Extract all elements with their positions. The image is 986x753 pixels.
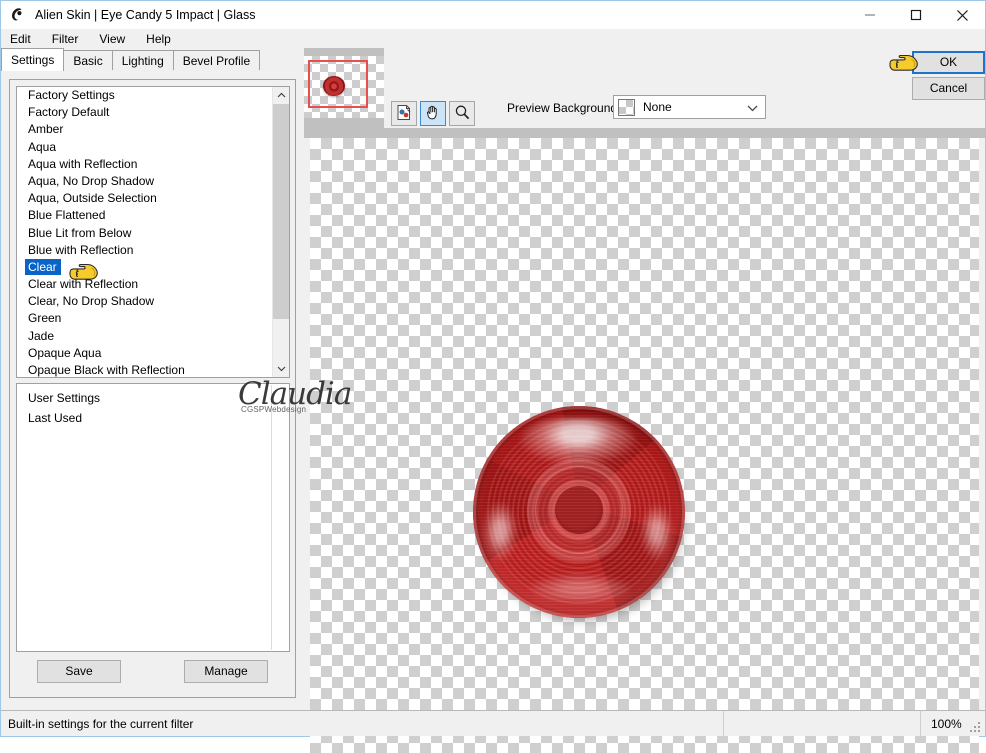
list-item[interactable]: Aqua, No Drop Shadow [17,173,272,190]
preview-canvas[interactable] [310,138,979,753]
window-controls [847,1,985,29]
menu-bar: Edit Filter View Help [1,29,985,48]
list-item[interactable]: Clear, No Drop Shadow [17,293,272,310]
list-item[interactable]: Amber [17,121,272,138]
title-bar: Alien Skin | Eye Candy 5 Impact | Glass [1,1,985,29]
preview-background-label: Preview Background: [507,101,621,115]
tab-basic[interactable]: Basic [63,50,113,71]
filter-dialog-window: Alien Skin | Eye Candy 5 Impact | Glass … [0,0,986,753]
list-item[interactable]: Blue Flattened [17,207,272,224]
maximize-button[interactable] [893,1,939,29]
resize-grip[interactable] [970,722,982,734]
navigator-thumbnail[interactable] [304,48,384,128]
list-item[interactable]: Green [17,310,272,327]
settings-panel-frame: Factory Settings Factory Default Amber A… [9,79,352,698]
before-after-icon [396,104,413,124]
list-item[interactable]: Opaque Black with Reflection [17,362,272,377]
list-item[interactable]: Clear with Reflection [17,276,272,293]
factory-settings-list[interactable]: Factory Settings Factory Default Amber A… [16,86,290,378]
cancel-button[interactable]: Cancel [912,77,985,100]
list-item-label: Blue Lit from Below [28,225,132,240]
list-item[interactable]: Jade [17,328,272,345]
close-button[interactable] [939,1,985,29]
orb-rim [473,406,685,618]
preview-area: Preview Background: None OK Cancel [304,48,985,753]
list-item-label: Aqua, No Drop Shadow [28,173,155,188]
list-item-label: Opaque Aqua [28,345,102,360]
ok-button[interactable]: OK [912,51,985,74]
transparency-swatch-icon [618,98,635,116]
tab-strip: Settings Basic Lighting Bevel Profile [1,48,304,71]
menu-item-help[interactable]: Help [145,31,180,47]
minimize-button[interactable] [847,1,893,29]
list-item-label: Green [28,311,62,326]
list-item-label: Blue with Reflection [28,242,134,257]
tab-settings[interactable]: Settings [1,48,65,71]
scrollbar-track[interactable] [273,104,289,360]
list-item-label: Aqua, Outside Selection [28,191,157,206]
status-separator [920,711,921,736]
list-item[interactable]: Factory Default [17,104,272,121]
status-bar: Built-in settings for the current filter… [1,710,985,736]
list-item[interactable]: Blue with Reflection [17,242,272,259]
status-separator [723,711,724,736]
user-list-divider [271,385,272,650]
list-item[interactable]: Blue Lit from Below [17,225,272,242]
navigator-viewport-rect[interactable] [308,60,368,108]
canvas-top-band [304,128,985,138]
zoom-level: 100% [931,717,962,731]
tab-bevel-profile[interactable]: Bevel Profile [172,50,261,71]
list-item-label: Clear with Reflection [28,277,139,292]
hand-pan-icon-button[interactable] [420,101,446,126]
hand-pan-icon [425,104,442,124]
scrollbar-thumb[interactable] [273,104,289,319]
settings-panel: Factory Settings Factory Default Amber A… [1,70,352,710]
list-item-label: Amber [28,122,64,137]
list-item[interactable]: Opaque Aqua [17,345,272,362]
list-item-label: Clear [25,258,61,275]
list-item-label: Blue Flattened [28,208,106,223]
red-glass-orb [473,406,691,624]
scroll-up-icon[interactable] [273,87,289,104]
list-item[interactable]: Aqua, Outside Selection [17,190,272,207]
list-item-label: Aqua with Reflection [28,156,138,171]
settings-action-buttons: Save Manage [10,660,295,683]
menu-item-view[interactable]: View [98,31,134,47]
tab-lighting[interactable]: Lighting [111,50,174,71]
before-after-icon-button[interactable] [391,101,417,126]
list-item[interactable]: Aqua [17,139,272,156]
factory-list-scrollbar[interactable] [272,87,289,377]
list-item-label: Last Used [28,411,83,425]
scroll-down-icon[interactable] [273,360,289,377]
list-item-label: Clear, No Drop Shadow [28,294,155,309]
list-item-label: Aqua [28,139,57,154]
list-item[interactable]: Last Used [17,408,289,428]
list-item-label: Factory Default [28,105,110,120]
list-item[interactable]: Aqua with Reflection [17,156,272,173]
manage-button[interactable]: Manage [184,660,268,683]
menu-item-filter[interactable]: Filter [51,31,88,47]
user-settings-list[interactable]: User Settings Last Used [16,383,290,652]
list-item-selected[interactable]: Clear [17,258,272,276]
orb-body [473,406,685,618]
menu-item-edit[interactable]: Edit [9,31,40,47]
status-message: Built-in settings for the current filter [8,717,194,731]
preview-background-value: None [643,100,672,114]
alien-skin-icon [9,7,25,23]
save-button[interactable]: Save [37,660,121,683]
factory-settings-scrollport: Factory Settings Factory Default Amber A… [17,87,272,377]
list-item-label: Jade [28,328,55,343]
preview-background-select[interactable]: None [613,95,766,119]
magnifier-zoom-icon-button[interactable] [449,101,475,126]
list-item-label: Opaque Black with Reflection [28,363,185,377]
magnifier-zoom-icon [454,104,471,124]
window-title: Alien Skin | Eye Candy 5 Impact | Glass [35,8,256,22]
user-list-group-header: User Settings [28,391,101,405]
chevron-down-icon[interactable] [747,102,758,116]
list-group-header: Factory Settings [28,88,115,102]
